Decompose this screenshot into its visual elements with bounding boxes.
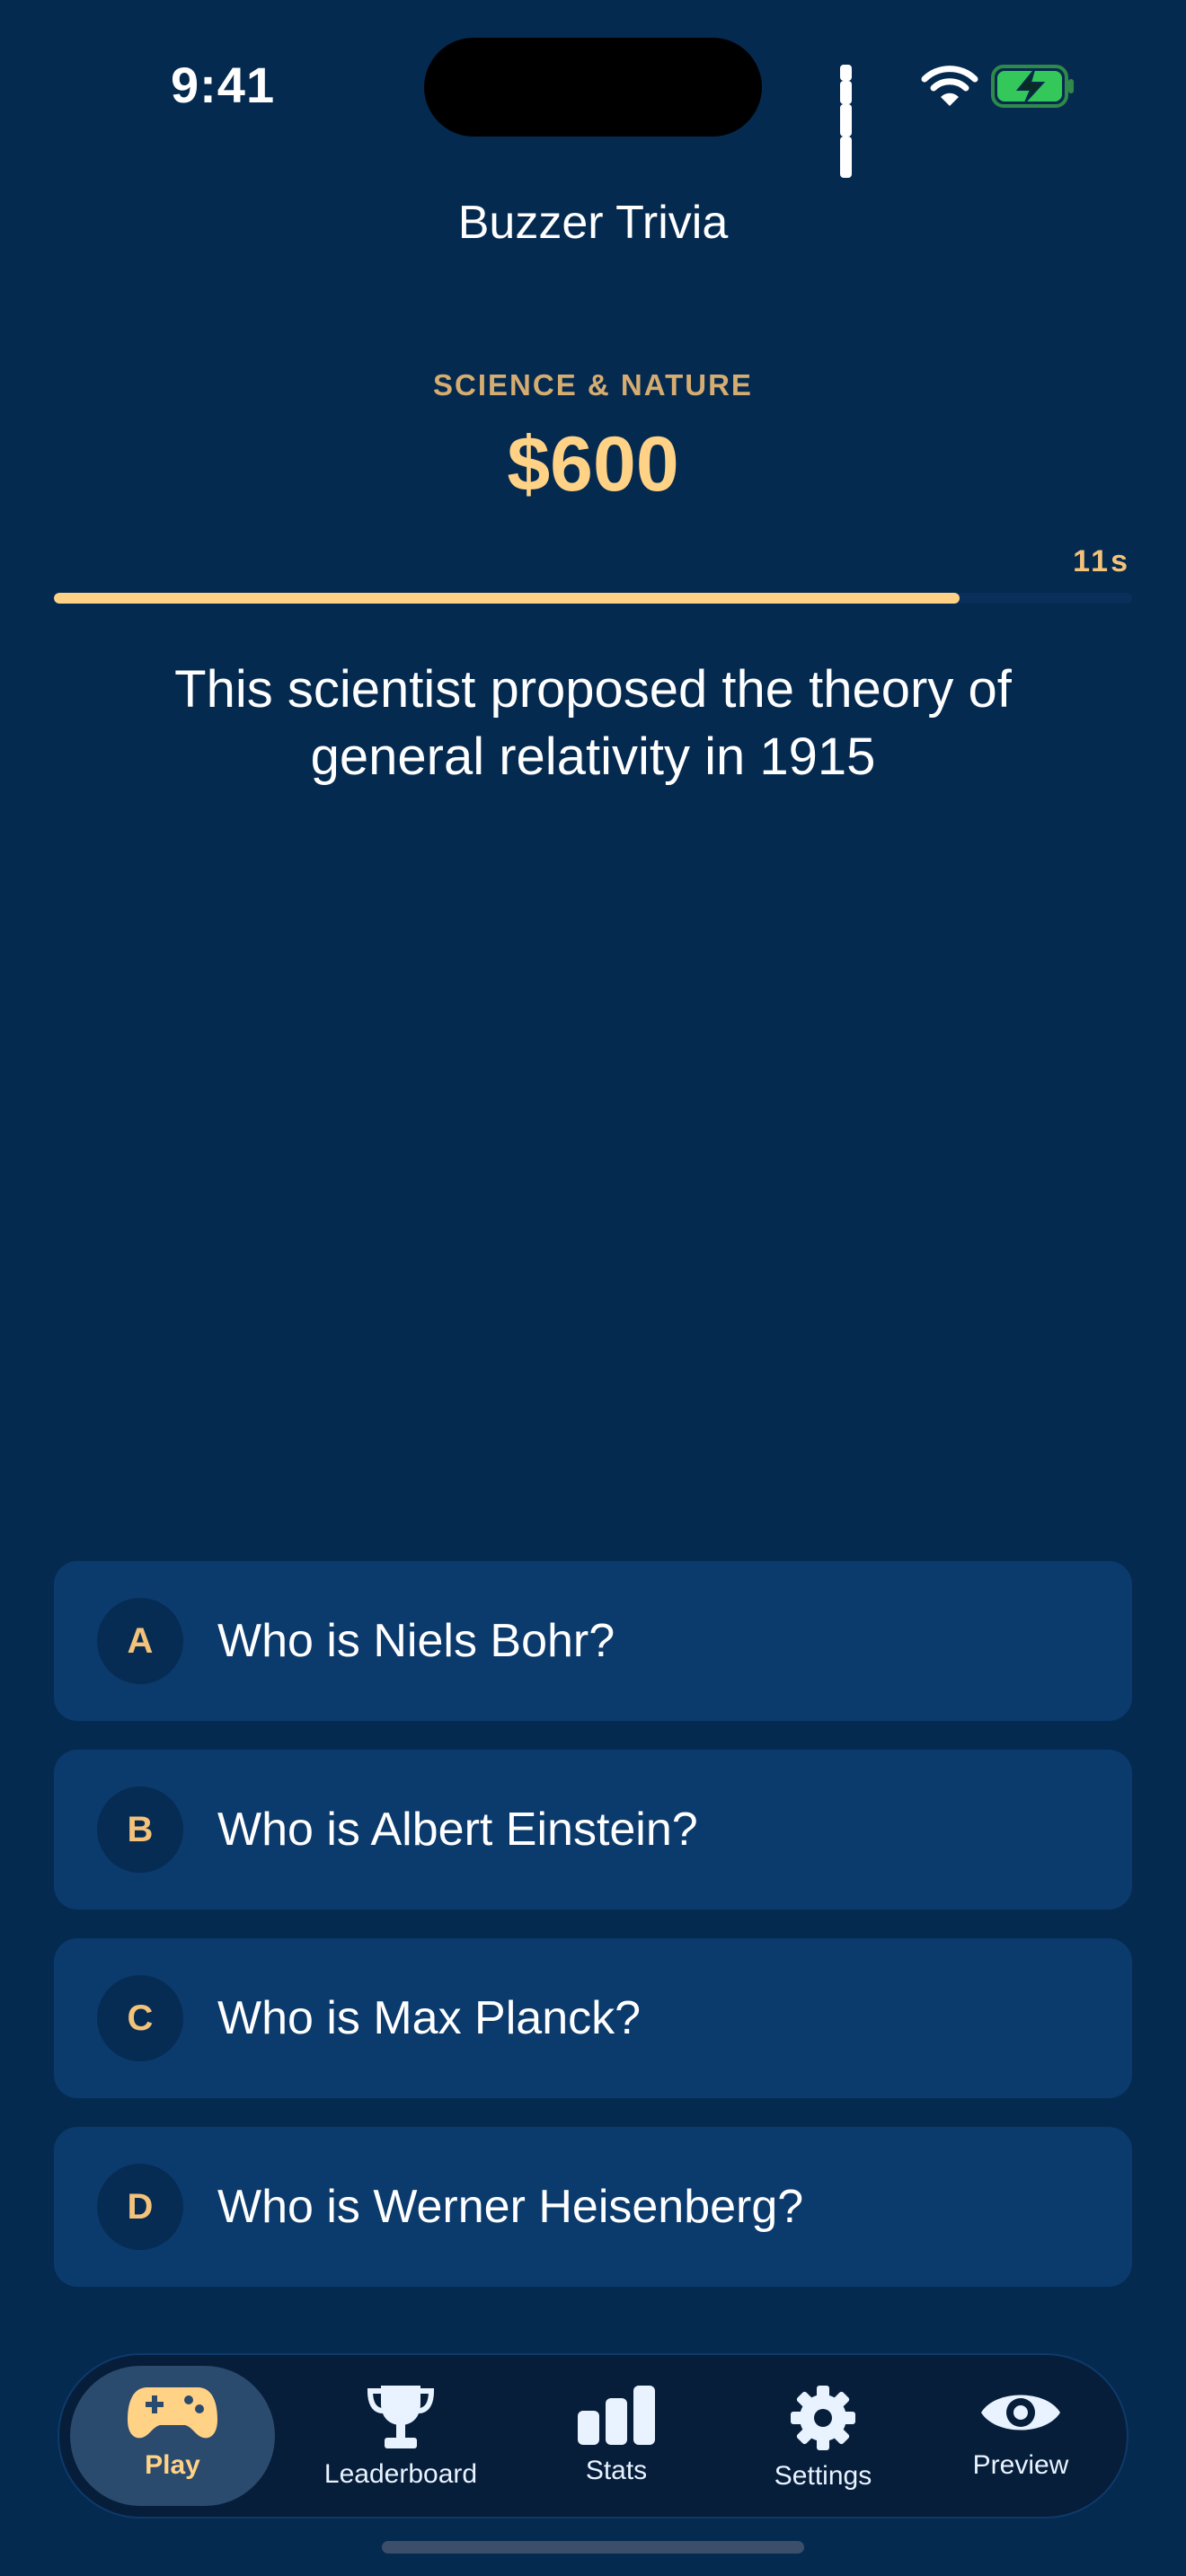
answer-text: Who is Werner Heisenberg? (217, 2181, 804, 2233)
tab-label: Leaderboard (323, 2459, 478, 2489)
tab-preview[interactable]: Preview (949, 2366, 1093, 2506)
tab-label: Stats (585, 2456, 648, 2485)
tab-label: Play (145, 2450, 200, 2480)
timer-label: 11s (1073, 544, 1130, 578)
clue-category: SCIENCE & NATURE (433, 368, 753, 401)
answer-letter-badge: A (97, 1598, 183, 1684)
answer-letter-badge: B (97, 1786, 183, 1873)
app-title: Buzzer Trivia (457, 197, 729, 249)
tab-play[interactable]: Play (70, 2366, 275, 2506)
answer-text: Who is Max Planck? (217, 1992, 642, 2044)
bar-chart-icon (578, 2386, 655, 2445)
battery-charging-icon (991, 65, 1074, 108)
gear-icon (791, 2386, 855, 2450)
home-indicator[interactable] (382, 2541, 804, 2554)
answer-option-b[interactable]: B Who is Albert Einstein? (54, 1750, 1132, 1910)
timer-progress-fill (54, 593, 960, 604)
status-time: 9:41 (171, 57, 276, 113)
cellular-signal-icon (840, 65, 903, 178)
answer-letter-badge: C (97, 1975, 183, 2061)
answer-list: A Who is Niels Bohr? B Who is Albert Ein… (54, 1561, 1132, 2316)
tab-leaderboard[interactable]: Leaderboard (302, 2366, 500, 2506)
trophy-icon (367, 2386, 435, 2448)
clue-value: $600 (507, 421, 679, 507)
wifi-icon (921, 66, 978, 106)
tab-settings[interactable]: Settings (751, 2366, 895, 2506)
answer-text: Who is Albert Einstein? (217, 1804, 698, 1856)
answer-letter-badge: D (97, 2164, 183, 2250)
tab-label: Settings (774, 2461, 872, 2491)
dynamic-island (424, 38, 762, 137)
tab-bar: Play Leaderboard Stats Settings Preview (58, 2353, 1128, 2519)
answer-text: Who is Niels Bohr? (217, 1615, 615, 1667)
tab-label: Preview (972, 2450, 1069, 2480)
gamepad-icon (128, 2387, 217, 2439)
eye-icon (981, 2395, 1060, 2430)
timer-progress-bar (54, 593, 1132, 604)
tab-stats[interactable]: Stats (553, 2366, 679, 2506)
answer-option-c[interactable]: C Who is Max Planck? (54, 1938, 1132, 2098)
clue-question: This scientist proposed the theory of ge… (174, 660, 1012, 786)
answer-option-d[interactable]: D Who is Werner Heisenberg? (54, 2127, 1132, 2287)
answer-option-a[interactable]: A Who is Niels Bohr? (54, 1561, 1132, 1721)
